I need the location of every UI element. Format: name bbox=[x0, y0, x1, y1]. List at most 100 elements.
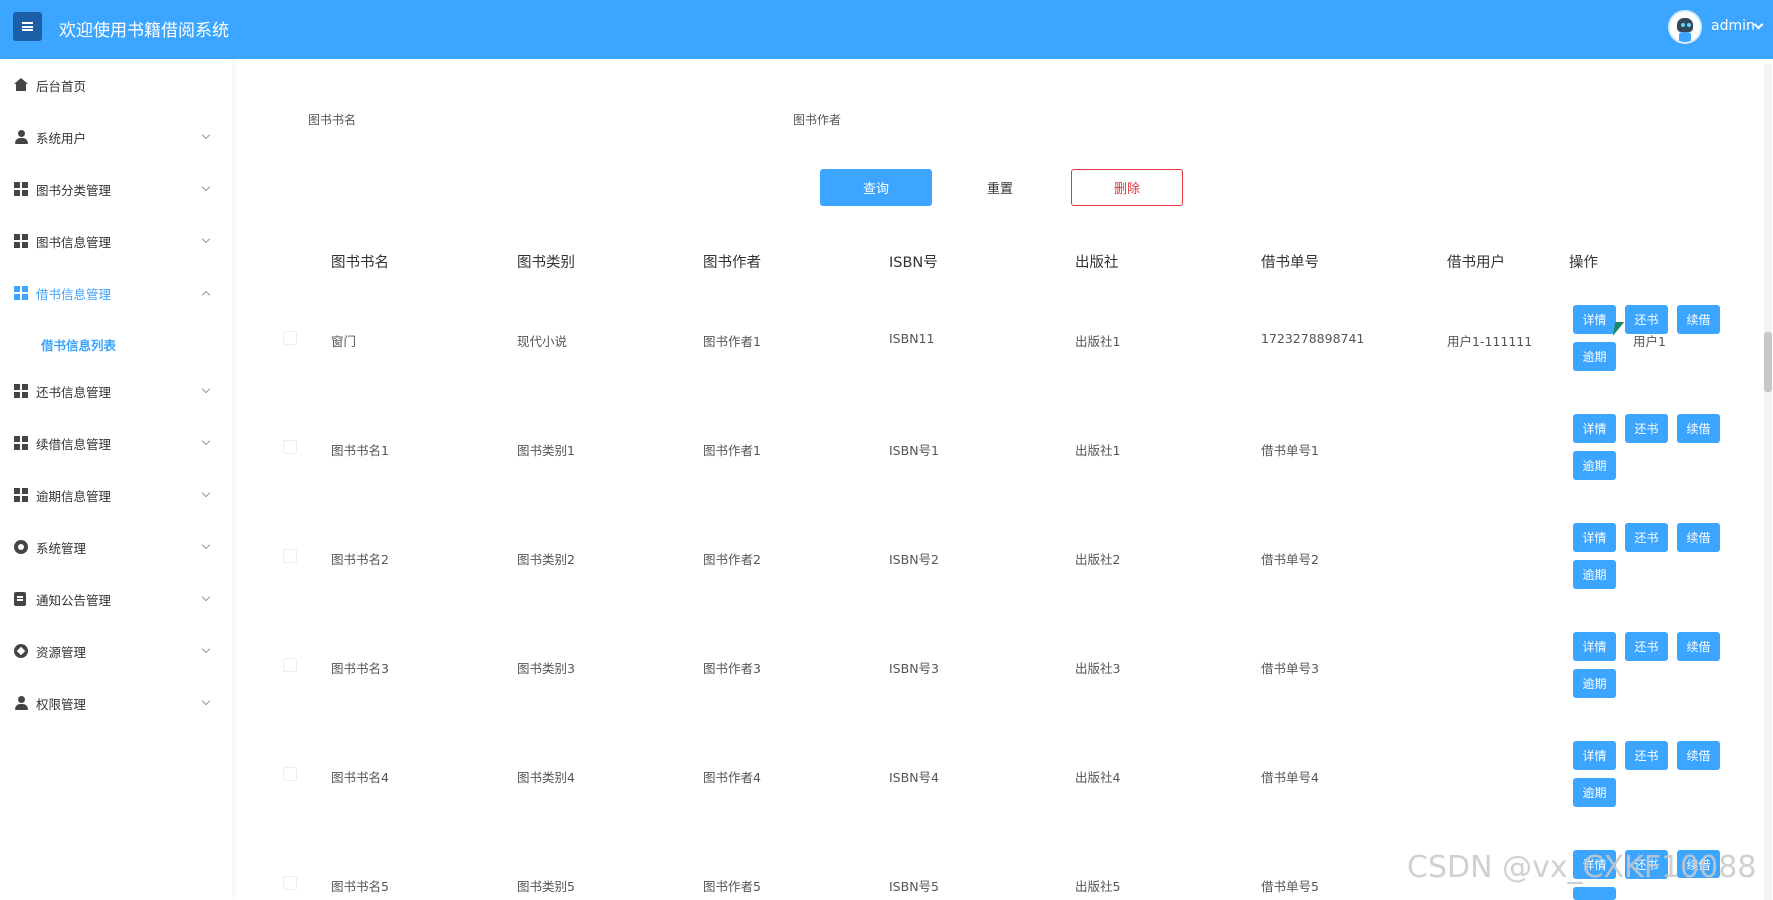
cell-isbn: ISBN号5 bbox=[889, 879, 940, 894]
overdue-button[interactable] bbox=[1573, 887, 1616, 900]
column-header-publisher: 出版社 bbox=[1075, 255, 1119, 271]
column-header-category: 图书类别 bbox=[517, 255, 575, 271]
sidebar-item-label: 后台首页 bbox=[36, 78, 87, 94]
cell-category: 图书类别4 bbox=[517, 770, 575, 785]
robot-eye-icon bbox=[1681, 23, 1685, 27]
user-avatar[interactable] bbox=[1668, 10, 1702, 44]
return-button[interactable]: 还书 bbox=[1625, 632, 1668, 661]
chevron-down-icon bbox=[201, 488, 211, 498]
sidebar-item-overdue-info[interactable]: 逾期信息管理 bbox=[0, 475, 232, 515]
cell-author: 图书作者3 bbox=[703, 661, 761, 676]
robot-body-icon bbox=[1679, 32, 1691, 42]
column-header-borrow-user: 借书用户 bbox=[1447, 255, 1505, 271]
row-checkbox[interactable] bbox=[283, 549, 297, 563]
return-button[interactable]: 还书 bbox=[1625, 523, 1668, 552]
renew-button[interactable]: 续借 bbox=[1677, 414, 1720, 443]
grid-icon bbox=[14, 234, 28, 248]
chevron-down-icon bbox=[201, 592, 211, 602]
cell-category: 图书类别5 bbox=[517, 879, 575, 894]
cell-author: 图书作者2 bbox=[703, 552, 761, 567]
row-checkbox[interactable] bbox=[283, 658, 297, 672]
cell-isbn: ISBN号1 bbox=[889, 443, 940, 458]
renew-button[interactable]: 续借 bbox=[1677, 741, 1720, 770]
cell-author: 图书作者5 bbox=[703, 879, 761, 894]
cell-isbn: ISBN11 bbox=[889, 331, 935, 346]
home-icon bbox=[14, 78, 28, 92]
row-checkbox[interactable] bbox=[283, 440, 297, 454]
detail-button[interactable]: 详情 bbox=[1573, 305, 1616, 334]
cell-author: 图书作者4 bbox=[703, 770, 761, 785]
overdue-button[interactable]: 逾期 bbox=[1573, 342, 1616, 371]
cell-publisher: 出版社1 bbox=[1075, 334, 1121, 349]
sidebar-item-system-management[interactable]: 系统管理 bbox=[0, 527, 232, 567]
query-button[interactable]: 查询 bbox=[820, 169, 932, 206]
scrollbar-track[interactable] bbox=[1764, 64, 1772, 900]
row-checkbox[interactable] bbox=[283, 767, 297, 781]
app-title: 欢迎使用书籍借阅系统 bbox=[59, 21, 229, 41]
reset-button[interactable]: 重置 bbox=[932, 169, 1068, 206]
column-header-author: 图书作者 bbox=[703, 255, 761, 271]
return-button[interactable]: 还书 bbox=[1625, 305, 1668, 334]
cell-book-name: 图书书名2 bbox=[331, 552, 389, 567]
sidebar-item-notice[interactable]: 通知公告管理 bbox=[0, 579, 232, 619]
overdue-button[interactable]: 逾期 bbox=[1573, 778, 1616, 807]
document-icon bbox=[14, 592, 26, 606]
sidebar-item-label: 图书分类管理 bbox=[36, 182, 112, 198]
overdue-button[interactable]: 逾期 bbox=[1573, 451, 1616, 480]
cell-publisher: 出版社4 bbox=[1075, 770, 1121, 785]
sidebar-item-label: 系统用户 bbox=[36, 130, 87, 146]
chevron-down-icon bbox=[201, 644, 211, 654]
sidebar-item-label: 资源管理 bbox=[36, 644, 87, 660]
book-name-search-label[interactable]: 图书书名 bbox=[308, 111, 356, 128]
grid-icon bbox=[14, 182, 28, 196]
renew-button[interactable]: 续借 bbox=[1677, 305, 1720, 334]
row-checkbox[interactable] bbox=[283, 331, 297, 345]
detail-button[interactable]: 详情 bbox=[1573, 414, 1616, 443]
sidebar-item-renew-info[interactable]: 续借信息管理 bbox=[0, 423, 232, 463]
sidebar-item-label: 还书信息管理 bbox=[36, 384, 112, 400]
sidebar-item-system-users[interactable]: 系统用户 bbox=[0, 117, 232, 157]
cell-borrow-no: 借书单号5 bbox=[1261, 879, 1319, 894]
detail-button[interactable]: 详情 bbox=[1573, 741, 1616, 770]
column-header-isbn: ISBN号 bbox=[889, 255, 938, 271]
sidebar-item-borrow-info[interactable]: 借书信息管理 bbox=[0, 273, 232, 313]
sidebar-item-book-info[interactable]: 图书信息管理 bbox=[0, 221, 232, 261]
sidebar-item-label: 通知公告管理 bbox=[36, 592, 112, 608]
delete-button[interactable]: 删除 bbox=[1071, 169, 1183, 206]
overdue-button[interactable]: 逾期 bbox=[1573, 669, 1616, 698]
renew-button[interactable]: 续借 bbox=[1677, 632, 1720, 661]
sidebar-item-label: 续借信息管理 bbox=[36, 436, 112, 452]
cell-borrow-no: 借书单号3 bbox=[1261, 661, 1319, 676]
renew-button[interactable]: 续借 bbox=[1677, 523, 1720, 552]
scrollbar-thumb[interactable] bbox=[1764, 332, 1772, 392]
cell-book-name: 图书书名3 bbox=[331, 661, 389, 676]
return-button[interactable]: 还书 bbox=[1625, 741, 1668, 770]
cell-author: 图书作者1 bbox=[703, 334, 761, 349]
sidebar-item-label: 系统管理 bbox=[36, 540, 87, 556]
sidebar: 后台首页 系统用户 图书分类管理 图书信息管理 借书信息管理 借书信息列表 还书… bbox=[0, 59, 232, 900]
chevron-up-icon bbox=[201, 290, 211, 300]
sidebar-item-resources[interactable]: 资源管理 bbox=[0, 631, 232, 671]
cell-borrow-no: 借书单号2 bbox=[1261, 552, 1319, 567]
detail-button[interactable]: 详情 bbox=[1573, 523, 1616, 552]
detail-button[interactable]: 详情 bbox=[1573, 632, 1616, 661]
sidebar-item-permissions[interactable]: 权限管理 bbox=[0, 683, 232, 723]
author-search-label[interactable]: 图书作者 bbox=[793, 111, 841, 128]
column-header-borrow-no: 借书单号 bbox=[1261, 255, 1319, 271]
overdue-button[interactable]: 逾期 bbox=[1573, 560, 1616, 589]
row-checkbox[interactable] bbox=[283, 876, 297, 890]
cell-author: 图书作者1 bbox=[703, 443, 761, 458]
return-button[interactable]: 还书 bbox=[1625, 414, 1668, 443]
chevron-down-icon[interactable] bbox=[1753, 19, 1764, 30]
sidebar-subitem-borrow-list[interactable]: 借书信息列表 bbox=[41, 335, 116, 354]
menu-toggle-button[interactable] bbox=[13, 12, 42, 41]
sidebar-item-book-category[interactable]: 图书分类管理 bbox=[0, 169, 232, 209]
robot-eye-icon bbox=[1687, 23, 1691, 27]
user-name[interactable]: admin bbox=[1711, 18, 1755, 34]
sidebar-item-label: 图书信息管理 bbox=[36, 234, 112, 250]
column-header-book-name: 图书书名 bbox=[331, 255, 389, 271]
sidebar-item-return-info[interactable]: 还书信息管理 bbox=[0, 371, 232, 411]
grid-icon bbox=[14, 384, 28, 398]
grid-icon bbox=[14, 488, 28, 502]
sidebar-item-home[interactable]: 后台首页 bbox=[0, 65, 232, 105]
